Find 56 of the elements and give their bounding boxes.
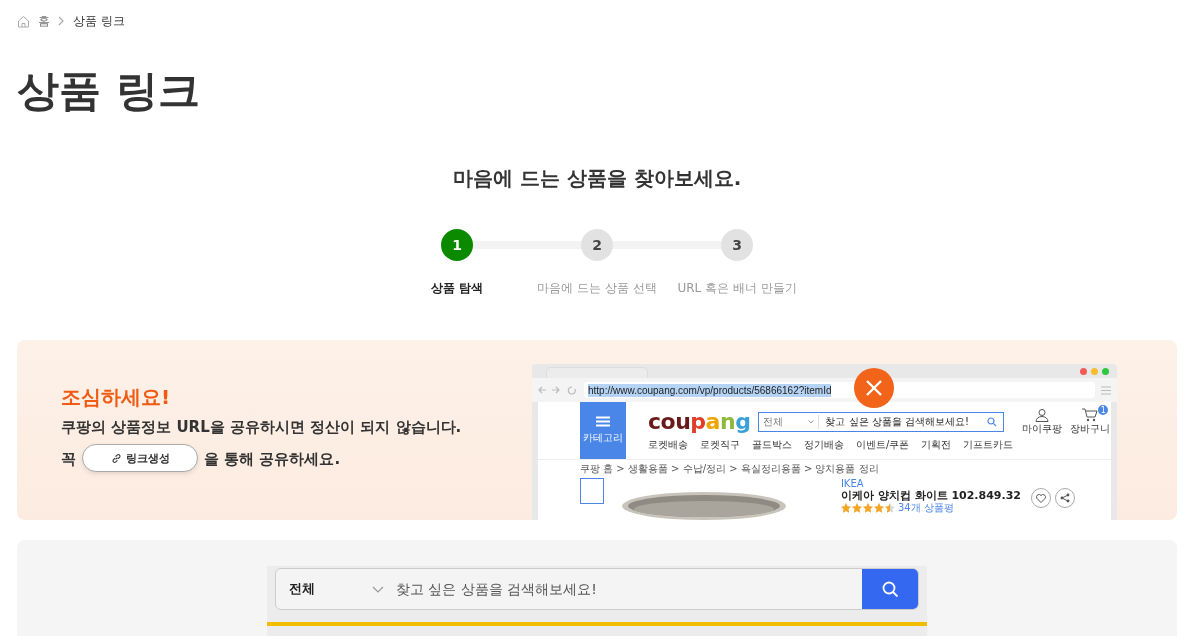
- step-label: 상품 탐색: [430, 280, 484, 297]
- warning-text: 을 통해 공유하세요.: [204, 449, 341, 470]
- product-name: 이케아 양치컵 화이트 102.849.32: [840, 489, 1021, 502]
- section-heading: 마음에 드는 상품을 찾아보세요.: [451, 165, 743, 192]
- window-dot: [1080, 367, 1087, 375]
- star-icon: [873, 503, 884, 513]
- chevron-down-icon: [372, 585, 384, 593]
- window-dot: [1102, 367, 1109, 375]
- search-icon: [987, 417, 998, 427]
- breadcrumb-link[interactable]: 홈: [38, 12, 50, 30]
- review-count: 34개 상품평: [897, 502, 954, 514]
- star-icon: [862, 503, 873, 513]
- step-number: 2: [581, 229, 613, 261]
- warning-text: 꼭: [61, 449, 76, 470]
- site-nav-link[interactable]: 이벤트/쿠폰: [856, 438, 910, 452]
- warning-text: 쿠팡의 상품정보 URL을 공유하시면 정산이 되지 않습니다.: [61, 417, 463, 438]
- menu-icon: [1101, 385, 1111, 395]
- step-label: URL 혹은 배너 만들기: [677, 280, 797, 297]
- star-icon: [851, 503, 862, 513]
- warning-title: 조심하세요!: [61, 384, 172, 411]
- share-button[interactable]: [1055, 488, 1075, 508]
- star-icon: [884, 503, 895, 513]
- navigation-arrows-icon: [538, 385, 578, 395]
- chevron-down-icon: [808, 420, 815, 424]
- heart-icon: [1036, 493, 1046, 503]
- product-thumbnail: [580, 478, 604, 504]
- breadcrumb-link[interactable]: 상품 링크: [73, 12, 125, 30]
- home-icon: [17, 14, 30, 28]
- page-title: 상품 링크: [17, 65, 201, 117]
- site-nav-link[interactable]: 로켓직구: [700, 438, 740, 452]
- site-nav-link[interactable]: 정기배송: [804, 438, 844, 452]
- chevron-icon: [58, 16, 65, 26]
- link-icon: [110, 452, 122, 464]
- step-number: 1: [441, 229, 473, 261]
- user-icon: [1035, 408, 1050, 422]
- link-create-button[interactable]: 링크생성: [82, 444, 198, 472]
- cart-icon: [1082, 408, 1099, 422]
- star-icon: [840, 503, 851, 513]
- site-nav-link[interactable]: 기획전: [921, 438, 952, 452]
- menu-icon: [596, 416, 610, 427]
- window-dot: [1091, 367, 1098, 375]
- search-field[interactable]: 전체 찾고 싶은 상품을 검색해보세요!: [275, 568, 919, 610]
- search-icon: [881, 580, 899, 598]
- product-brand: IKEA: [840, 478, 865, 489]
- step-number: 3: [721, 229, 753, 261]
- site-nav-link[interactable]: 골드박스: [752, 438, 792, 452]
- site-nav-link[interactable]: 로켓배송: [648, 438, 688, 452]
- site-breadcrumb: 쿠팡 홈 > 생활용품 > 수납/정리 > 욕실정리용품 > 양치용품 정리: [579, 462, 880, 475]
- category-dropdown[interactable]: 전체: [276, 569, 388, 609]
- site-nav-link[interactable]: 기프트카드: [963, 438, 1014, 452]
- site-logo: coupang: [648, 409, 751, 435]
- share-icon: [1060, 493, 1070, 503]
- step-label: 마음에 드는 상품 선택: [537, 280, 657, 297]
- url-text: http://www.coupang.com/vp/products/56866162?itemId: [588, 383, 832, 397]
- favorite-button[interactable]: [1031, 488, 1051, 508]
- search-button[interactable]: [862, 569, 918, 609]
